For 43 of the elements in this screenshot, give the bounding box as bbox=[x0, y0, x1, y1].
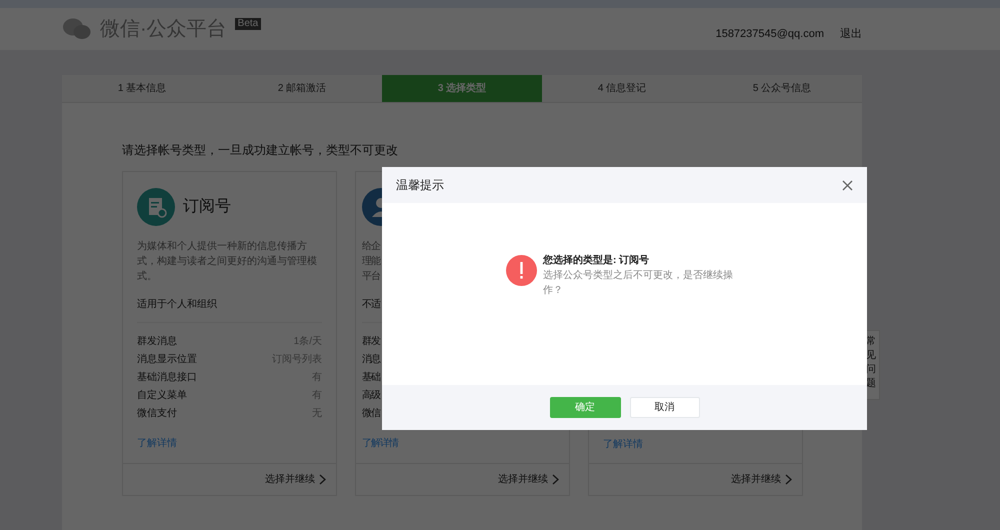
select-continue-button[interactable]: 选择并继续 bbox=[731, 472, 792, 487]
step-label: 4 信息登记 bbox=[598, 82, 646, 96]
dialog-title: 温馨提示 bbox=[396, 177, 444, 194]
card-description: 理能 bbox=[362, 254, 380, 269]
chevron-right-icon bbox=[552, 474, 559, 485]
chat-bubbles-icon bbox=[62, 17, 92, 41]
step-label: 1 基本信息 bbox=[118, 82, 166, 96]
chevron-right-icon bbox=[785, 474, 792, 485]
feature-label: 自定义菜单 bbox=[137, 389, 187, 403]
dialog-message: 选择公众号类型之后不可更改，是否继续操作？ bbox=[543, 268, 734, 298]
feature-label: 基础 bbox=[362, 371, 380, 385]
user-email: 1587237545@qq.com bbox=[716, 26, 824, 42]
select-continue-button[interactable]: 选择并继续 bbox=[265, 472, 326, 487]
details-link[interactable]: 了解详情 bbox=[362, 436, 398, 451]
feature-label: 消息 bbox=[362, 353, 380, 367]
step-label: 5 公众号信息 bbox=[752, 82, 812, 96]
details-link[interactable]: 了解详情 bbox=[137, 436, 177, 451]
feature-label: 微信支付 bbox=[137, 407, 177, 421]
feature-label: 高级 bbox=[362, 389, 380, 403]
card-description: 平台 bbox=[362, 270, 380, 284]
instruction-text: 请选择帐号类型，一旦成功建立帐号，类型不可更改 bbox=[122, 142, 399, 159]
close-icon[interactable] bbox=[842, 180, 853, 190]
select-continue-button[interactable]: 选择并继续 bbox=[498, 472, 559, 487]
feature-label: 微信 bbox=[362, 407, 380, 421]
card-description: 为媒体和个人提供一种新的信息传播方式，构建与读者之间更好的沟通与管理模式。 bbox=[137, 240, 318, 284]
details-link[interactable]: 了解详情 bbox=[603, 437, 643, 452]
logout-link[interactable]: 退出 bbox=[840, 26, 862, 42]
audience-text: 适用于个人和组织 bbox=[137, 297, 322, 323]
step-label: 3 选择类型 bbox=[438, 82, 486, 96]
beta-label: Beta bbox=[234, 18, 262, 30]
document-check-icon bbox=[137, 188, 175, 226]
feature-label: 群发消息 bbox=[137, 335, 177, 349]
card-description: 给企 bbox=[362, 240, 380, 254]
feature-label: 消息显示位置 bbox=[137, 353, 197, 367]
chevron-right-icon bbox=[319, 474, 326, 485]
warning-icon bbox=[506, 255, 537, 286]
feature-label: 基础消息接口 bbox=[137, 371, 197, 385]
feature-label: 群发 bbox=[362, 335, 380, 349]
card-title: 订阅号 bbox=[183, 197, 231, 217]
step-label: 2 邮箱激活 bbox=[278, 82, 326, 96]
confirm-button[interactable]: 确定 bbox=[550, 397, 620, 418]
cancel-button[interactable]: 取消 bbox=[630, 397, 700, 418]
dialog-heading: 您选择的类型是: 订阅号 bbox=[543, 254, 650, 268]
